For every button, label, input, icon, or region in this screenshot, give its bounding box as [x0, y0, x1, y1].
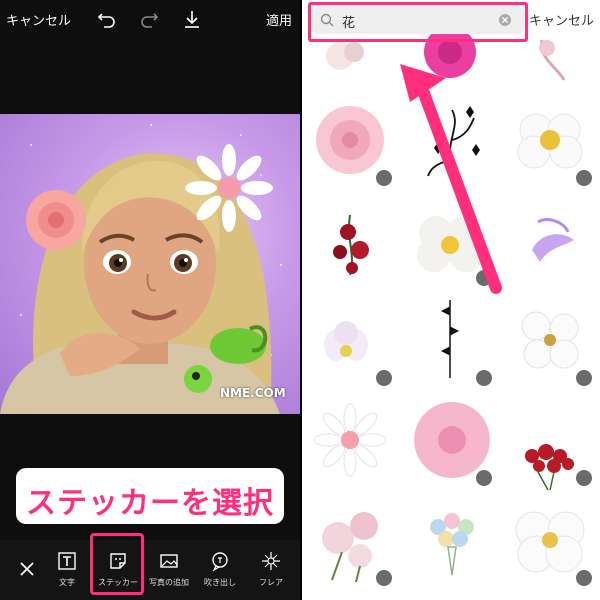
- flare-icon: [262, 552, 280, 570]
- photo-canvas[interactable]: NME.COM: [0, 114, 300, 414]
- editor-cancel-button[interactable]: キャンセル: [6, 10, 71, 29]
- tool-add-photo[interactable]: 写真の追加: [144, 540, 194, 600]
- photo-editor: キャンセル 適用 NME.COM ステッカーを選択 文字 ステッカー 写真の追加…: [0, 0, 300, 600]
- sticker-tool-highlight: [90, 533, 144, 595]
- tool-text[interactable]: 文字: [42, 540, 92, 600]
- editor-top-bar: キャンセル 適用: [0, 0, 300, 38]
- sticker-purple-flower[interactable]: [502, 196, 600, 296]
- sticker-cherry-blossom[interactable]: [502, 296, 600, 396]
- close-icon[interactable]: [18, 560, 36, 578]
- undo-icon[interactable]: [96, 8, 118, 30]
- premium-crown-icon: [376, 170, 392, 186]
- sticker-daisy[interactable]: [302, 396, 402, 496]
- sticker-pink-hibiscus[interactable]: [402, 396, 502, 496]
- premium-crown-icon: [376, 570, 392, 586]
- tool-flare[interactable]: フレア: [246, 540, 296, 600]
- sticker-white-flower[interactable]: [502, 92, 600, 192]
- premium-crown-icon: [476, 470, 492, 486]
- sticker-bouquet[interactable]: [402, 496, 502, 596]
- tool-flare-label: フレア: [259, 578, 283, 587]
- premium-crown-icon: [576, 370, 592, 386]
- sticker-red-rose[interactable]: [302, 196, 402, 296]
- premium-crown-icon: [376, 370, 392, 386]
- download-icon[interactable]: [181, 8, 203, 30]
- add-photo-icon: [160, 554, 178, 568]
- instruction-caption: ステッカーを選択: [16, 468, 284, 524]
- sticker-red-roses-bunch[interactable]: [502, 396, 600, 496]
- text-icon: [58, 552, 76, 570]
- instruction-caption-text: ステッカーを選択: [26, 486, 274, 521]
- apply-button[interactable]: 適用: [266, 10, 292, 29]
- tool-speech-bubble[interactable]: 吹き出し: [195, 540, 245, 600]
- search-cancel-button[interactable]: キャンセル: [529, 10, 594, 29]
- premium-crown-icon: [576, 570, 592, 586]
- redo-icon[interactable]: [138, 8, 160, 30]
- sticker-pink-rose[interactable]: [302, 92, 402, 192]
- speech-bubble-icon: [212, 552, 228, 571]
- sticker-white-camellia[interactable]: [502, 496, 600, 596]
- premium-crown-icon: [476, 370, 492, 386]
- search-highlight: [308, 2, 528, 42]
- sticker-white-bloom[interactable]: [302, 296, 402, 396]
- annotation-arrow-icon: [400, 64, 502, 294]
- portrait-illustration: [0, 144, 280, 414]
- premium-crown-icon: [576, 470, 592, 486]
- canvas-watermark: NME.COM: [220, 386, 286, 400]
- sticker-pink-peony[interactable]: [302, 496, 402, 596]
- premium-crown-icon: [576, 170, 592, 186]
- sticker-black-vine[interactable]: [402, 296, 502, 396]
- editor-toolbar: 文字 ステッカー 写真の追加 吹き出し フレア: [0, 540, 300, 600]
